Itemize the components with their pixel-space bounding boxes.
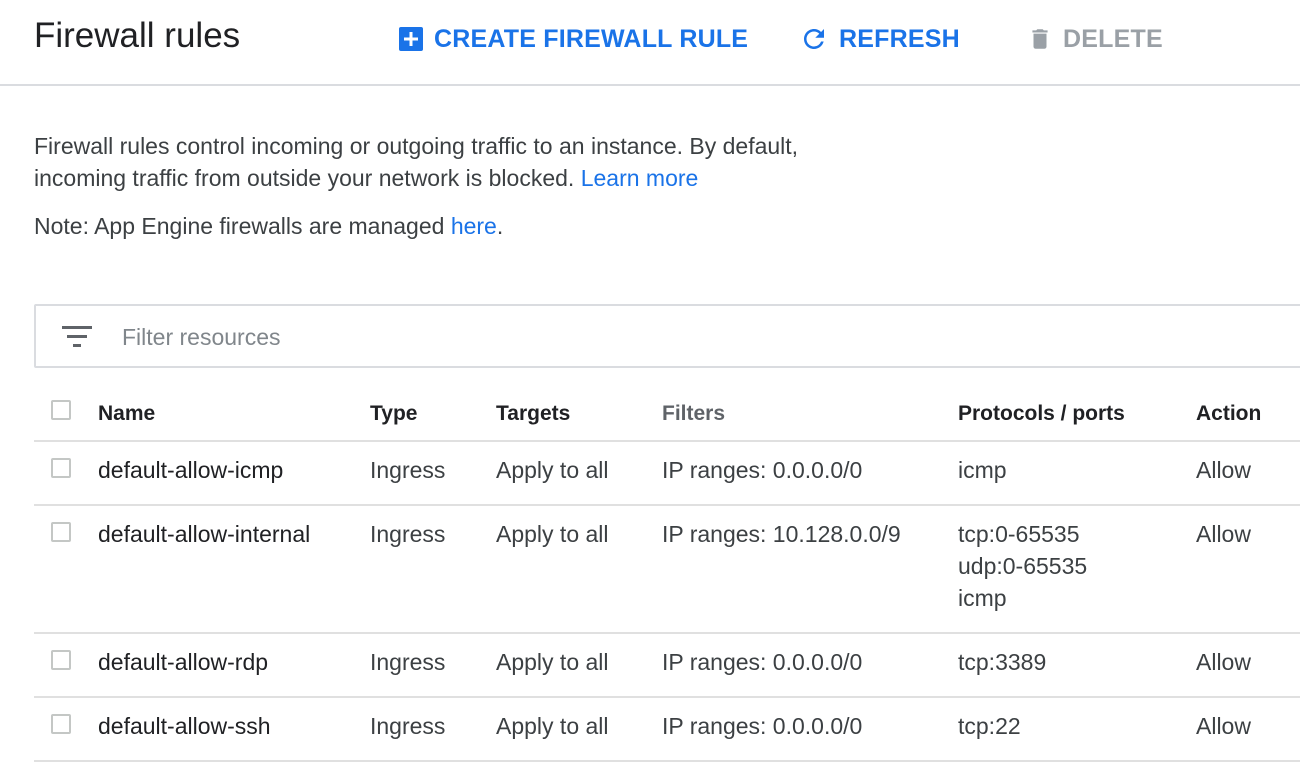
delete-label: DELETE bbox=[1063, 24, 1163, 53]
row-checkbox[interactable] bbox=[51, 714, 71, 734]
rule-name[interactable]: default-allow-icmp bbox=[98, 454, 283, 486]
page-title: Firewall rules bbox=[34, 16, 241, 55]
rule-targets: Apply to all bbox=[496, 713, 609, 739]
rule-filters: IP ranges: 0.0.0.0/0 bbox=[662, 457, 863, 483]
row-checkbox[interactable] bbox=[51, 458, 71, 478]
column-header-name[interactable]: Name bbox=[98, 398, 155, 430]
rule-ports: tcp:22 bbox=[958, 710, 1021, 742]
refresh-button[interactable]: REFRESH bbox=[799, 22, 960, 56]
table-row: default-allow-ssh Ingress Apply to all I… bbox=[34, 698, 1300, 762]
delete-button[interactable]: DELETE bbox=[1027, 22, 1163, 56]
refresh-label: REFRESH bbox=[839, 24, 960, 53]
filter-resources-input[interactable] bbox=[120, 318, 1024, 356]
rule-name[interactable]: default-allow-internal bbox=[98, 518, 310, 550]
port-entry: tcp:22 bbox=[958, 713, 1021, 739]
rule-action: Allow bbox=[1196, 457, 1251, 483]
row-checkbox[interactable] bbox=[51, 522, 71, 542]
column-header-action[interactable]: Action bbox=[1196, 398, 1261, 430]
rule-action: Allow bbox=[1196, 713, 1251, 739]
table-row: default-allow-rdp Ingress Apply to all I… bbox=[34, 634, 1300, 698]
table-row: default-allow-icmp Ingress Apply to all … bbox=[34, 442, 1300, 506]
rule-ports: icmp bbox=[958, 454, 1007, 486]
rule-action: Allow bbox=[1196, 521, 1251, 547]
filter-bar bbox=[34, 304, 1300, 368]
rule-filters: IP ranges: 0.0.0.0/0 bbox=[662, 713, 863, 739]
rule-targets: Apply to all bbox=[496, 521, 609, 547]
column-header-protocols-ports[interactable]: Protocols / ports bbox=[958, 398, 1125, 430]
row-checkbox[interactable] bbox=[51, 650, 71, 670]
rule-targets: Apply to all bbox=[496, 457, 609, 483]
rule-name[interactable]: default-allow-rdp bbox=[98, 646, 268, 678]
app-engine-here-link[interactable]: here bbox=[451, 213, 497, 239]
page-header: Firewall rules CREATE FIREWALL RULE REFR… bbox=[0, 0, 1300, 86]
column-header-filters: Filters bbox=[662, 402, 726, 425]
add-box-icon bbox=[399, 27, 423, 51]
port-entry: udp:0-65535 bbox=[958, 553, 1088, 579]
rule-type: Ingress bbox=[370, 713, 446, 739]
port-entry: icmp bbox=[958, 585, 1007, 611]
rule-type: Ingress bbox=[370, 521, 446, 547]
filter-list-icon[interactable] bbox=[62, 326, 92, 348]
table-header-row: Name Type Targets Filters Protocols / po… bbox=[34, 384, 1300, 442]
rule-filters: IP ranges: 0.0.0.0/0 bbox=[662, 649, 863, 675]
select-all-checkbox[interactable] bbox=[51, 400, 71, 420]
intro-paragraph: Firewall rules control incoming or outgo… bbox=[34, 130, 894, 194]
create-firewall-rule-label: CREATE FIREWALL RULE bbox=[434, 24, 749, 53]
column-header-type[interactable]: Type bbox=[370, 398, 417, 430]
create-firewall-rule-button[interactable]: CREATE FIREWALL RULE bbox=[398, 22, 748, 56]
port-entry: tcp:3389 bbox=[958, 649, 1047, 675]
table-row: default-allow-internal Ingress Apply to … bbox=[34, 506, 1300, 634]
rule-action: Allow bbox=[1196, 649, 1251, 675]
port-entry: icmp bbox=[958, 457, 1007, 483]
learn-more-link[interactable]: Learn more bbox=[581, 165, 699, 191]
trash-icon bbox=[1032, 29, 1048, 49]
rule-ports: tcp:0-65535 udp:0-65535 icmp bbox=[958, 518, 1087, 614]
rule-ports: tcp:3389 bbox=[958, 646, 1046, 678]
rule-name[interactable]: default-allow-ssh bbox=[98, 710, 271, 742]
rule-type: Ingress bbox=[370, 457, 446, 483]
note-suffix: . bbox=[496, 213, 504, 239]
app-engine-note: Note: App Engine firewalls are managed h… bbox=[34, 210, 503, 242]
rule-filters: IP ranges: 10.128.0.0/9 bbox=[662, 521, 901, 547]
rule-targets: Apply to all bbox=[496, 649, 609, 675]
note-text: Note: App Engine firewalls are managed bbox=[34, 213, 445, 239]
refresh-icon bbox=[804, 29, 824, 49]
port-entry: tcp:0-65535 bbox=[958, 521, 1080, 547]
column-header-targets[interactable]: Targets bbox=[496, 398, 570, 430]
rule-type: Ingress bbox=[370, 649, 446, 675]
firewall-rules-table: Name Type Targets Filters Protocols / po… bbox=[34, 384, 1300, 762]
